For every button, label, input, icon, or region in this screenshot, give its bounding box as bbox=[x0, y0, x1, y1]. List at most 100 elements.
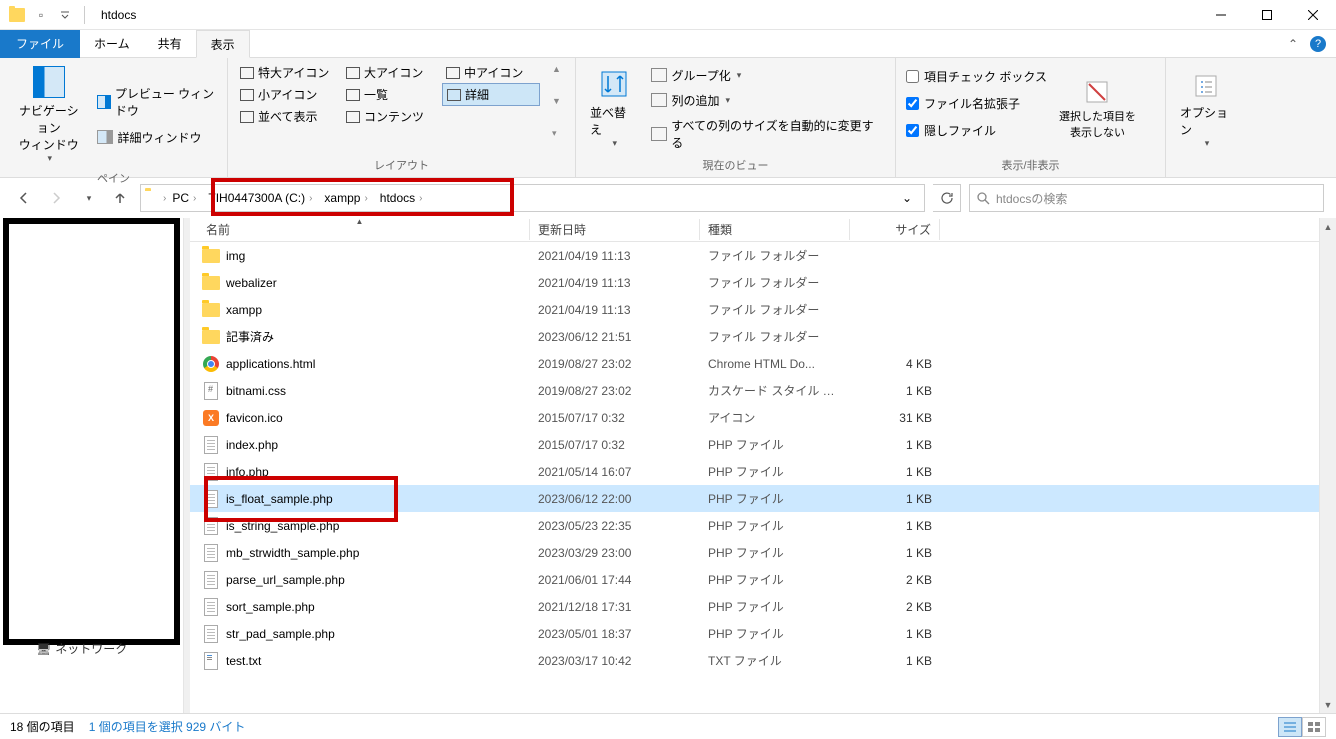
tab-file[interactable]: ファイル bbox=[0, 30, 80, 58]
layout-large[interactable]: 大アイコン bbox=[342, 62, 440, 83]
file-row[interactable]: Xfavicon.ico2015/07/17 0:32アイコン31 KB bbox=[190, 404, 1319, 431]
scroll-down-icon[interactable]: ▼ bbox=[1320, 696, 1336, 713]
tab-share[interactable]: 共有 bbox=[144, 30, 196, 58]
file-size bbox=[850, 335, 940, 339]
item-checkboxes-toggle[interactable]: 項目チェック ボックス bbox=[904, 66, 1049, 87]
help-icon[interactable]: ? bbox=[1310, 36, 1326, 52]
file-row[interactable]: xampp2021/04/19 11:13ファイル フォルダー bbox=[190, 296, 1319, 323]
forward-button[interactable] bbox=[44, 186, 68, 210]
file-name: xampp bbox=[226, 303, 262, 317]
collapse-ribbon-icon[interactable]: ⌃ bbox=[1288, 37, 1298, 51]
file-row[interactable]: test.txt2023/03/17 10:42TXT ファイル1 KB bbox=[190, 647, 1319, 674]
file-date: 2023/03/17 10:42 bbox=[530, 652, 700, 670]
column-header-type[interactable]: 種類 bbox=[700, 219, 850, 240]
details-pane-button[interactable]: 詳細ウィンドウ bbox=[93, 127, 219, 148]
qat-dropdown-icon[interactable] bbox=[56, 6, 74, 24]
layout-tiles[interactable]: 並べて表示 bbox=[236, 106, 340, 127]
file-type: ファイル フォルダー bbox=[700, 245, 850, 266]
hide-selected-button[interactable]: 選択した項目を 表示しない bbox=[1053, 62, 1142, 155]
file-name: 記事済み bbox=[226, 328, 274, 345]
navigation-tree[interactable]: 🖥ネットワーク bbox=[0, 218, 184, 713]
size-columns-button[interactable]: すべての列のサイズを自動的に変更する bbox=[647, 115, 887, 153]
scroll-up-icon[interactable]: ▲ bbox=[1320, 218, 1336, 235]
file-size bbox=[850, 308, 940, 312]
breadcrumb-pc[interactable]: PC› bbox=[166, 185, 202, 211]
file-type: PHP ファイル bbox=[700, 542, 850, 563]
file-row[interactable]: bitnami.css2019/08/27 23:02カスケード スタイル シ.… bbox=[190, 377, 1319, 404]
file-row[interactable]: parse_url_sample.php2021/06/01 17:44PHP … bbox=[190, 566, 1319, 593]
file-row[interactable]: index.php2015/07/17 0:32PHP ファイル1 KB bbox=[190, 431, 1319, 458]
file-row[interactable]: webalizer2021/04/19 11:13ファイル フォルダー bbox=[190, 269, 1319, 296]
breadcrumb-drive[interactable]: TIH0447300A (C:)› bbox=[202, 185, 318, 211]
layout-small[interactable]: 小アイコン bbox=[236, 83, 340, 106]
details-view-toggle[interactable] bbox=[1278, 717, 1302, 737]
sort-icon bbox=[598, 68, 630, 100]
up-button[interactable] bbox=[108, 186, 132, 210]
autosize-icon bbox=[651, 127, 667, 141]
tab-view[interactable]: 表示 bbox=[196, 30, 250, 58]
navigation-pane-button[interactable]: ナビゲーション ウィンドウ ▾ bbox=[8, 62, 89, 168]
file-row[interactable]: sort_sample.php2021/12/18 17:31PHP ファイル2… bbox=[190, 593, 1319, 620]
address-dropdown-icon[interactable]: ⌄ bbox=[894, 191, 920, 205]
doc-icon bbox=[202, 571, 220, 589]
group-by-button[interactable]: グループ化▾ bbox=[647, 65, 887, 86]
details-pane-icon bbox=[97, 130, 113, 144]
column-header-size[interactable]: サイズ bbox=[850, 219, 940, 240]
thumbnails-view-toggle[interactable] bbox=[1302, 717, 1326, 737]
file-row[interactable]: is_float_sample.php2023/06/12 22:00PHP フ… bbox=[190, 485, 1319, 512]
file-row[interactable]: is_string_sample.php2023/05/23 22:35PHP … bbox=[190, 512, 1319, 539]
file-extensions-toggle[interactable]: ファイル名拡張子 bbox=[904, 93, 1049, 114]
recent-locations-button[interactable]: ▾ bbox=[76, 186, 100, 210]
file-row[interactable]: img2021/04/19 11:13ファイル フォルダー bbox=[190, 242, 1319, 269]
layout-more-icon[interactable]: ▾ bbox=[552, 128, 561, 139]
doc-icon bbox=[202, 544, 220, 562]
network-icon: 🖥 bbox=[36, 642, 51, 656]
file-type: PHP ファイル bbox=[700, 596, 850, 617]
file-type: TXT ファイル bbox=[700, 650, 850, 671]
file-row[interactable]: 記事済み2023/06/12 21:51ファイル フォルダー bbox=[190, 323, 1319, 350]
column-header-date[interactable]: 更新日時 bbox=[530, 219, 700, 240]
file-name: webalizer bbox=[226, 276, 277, 290]
file-list: ▲ 名前 更新日時 種類 サイズ img2021/04/19 11:13ファイル… bbox=[190, 218, 1319, 713]
sort-button[interactable]: 並べ替え ▾ bbox=[584, 62, 643, 155]
address-bar[interactable]: › PC› TIH0447300A (C:)› xampp› htdocs› ⌄ bbox=[140, 184, 925, 212]
columns-icon bbox=[651, 93, 667, 107]
minimize-button[interactable] bbox=[1198, 0, 1244, 30]
maximize-button[interactable] bbox=[1244, 0, 1290, 30]
scrollbar[interactable]: ▲ ▼ bbox=[1319, 218, 1336, 713]
tab-home[interactable]: ホーム bbox=[80, 30, 144, 58]
options-button[interactable]: オプション ▾ bbox=[1174, 62, 1238, 159]
file-date: 2019/08/27 23:02 bbox=[530, 382, 700, 400]
close-button[interactable] bbox=[1290, 0, 1336, 30]
hidden-items-toggle[interactable]: 隠しファイル bbox=[904, 120, 1049, 141]
layout-details[interactable]: 詳細 bbox=[442, 83, 540, 106]
layout-scroll-down[interactable]: ▼ bbox=[552, 96, 561, 106]
content-icon bbox=[346, 111, 360, 123]
txt-icon bbox=[202, 652, 220, 670]
folder-icon bbox=[8, 6, 26, 24]
address-row: ▾ › PC› TIH0447300A (C:)› xampp› htdocs›… bbox=[0, 178, 1336, 218]
file-size: 1 KB bbox=[850, 544, 940, 562]
tree-item-network[interactable]: 🖥ネットワーク bbox=[36, 640, 127, 657]
breadcrumb-htdocs[interactable]: htdocs› bbox=[374, 185, 429, 211]
layout-list[interactable]: 一覧 bbox=[342, 83, 440, 106]
layout-content[interactable]: コンテンツ bbox=[342, 106, 440, 127]
layout-extra-large[interactable]: 特大アイコン bbox=[236, 62, 340, 83]
breadcrumb-xampp[interactable]: xampp› bbox=[318, 185, 373, 211]
back-button[interactable] bbox=[12, 186, 36, 210]
file-name: bitnami.css bbox=[226, 384, 286, 398]
file-type: PHP ファイル bbox=[700, 515, 850, 536]
file-date: 2015/07/17 0:32 bbox=[530, 436, 700, 454]
layout-scroll-up[interactable]: ▲ bbox=[552, 64, 561, 74]
file-row[interactable]: applications.html2019/08/27 23:02Chrome … bbox=[190, 350, 1319, 377]
file-row[interactable]: str_pad_sample.php2023/05/01 18:37PHP ファ… bbox=[190, 620, 1319, 647]
preview-pane-button[interactable]: プレビュー ウィンドウ bbox=[93, 83, 219, 121]
column-header-name[interactable]: ▲ 名前 bbox=[190, 219, 530, 240]
properties-icon[interactable]: ▫ bbox=[32, 6, 50, 24]
add-columns-button[interactable]: 列の追加▾ bbox=[647, 90, 887, 111]
file-row[interactable]: mb_strwidth_sample.php2023/03/29 23:00PH… bbox=[190, 539, 1319, 566]
layout-medium[interactable]: 中アイコン bbox=[442, 62, 540, 83]
search-input[interactable]: htdocsの検索 bbox=[969, 184, 1324, 212]
file-row[interactable]: info.php2021/05/14 16:07PHP ファイル1 KB bbox=[190, 458, 1319, 485]
refresh-button[interactable] bbox=[933, 184, 961, 212]
